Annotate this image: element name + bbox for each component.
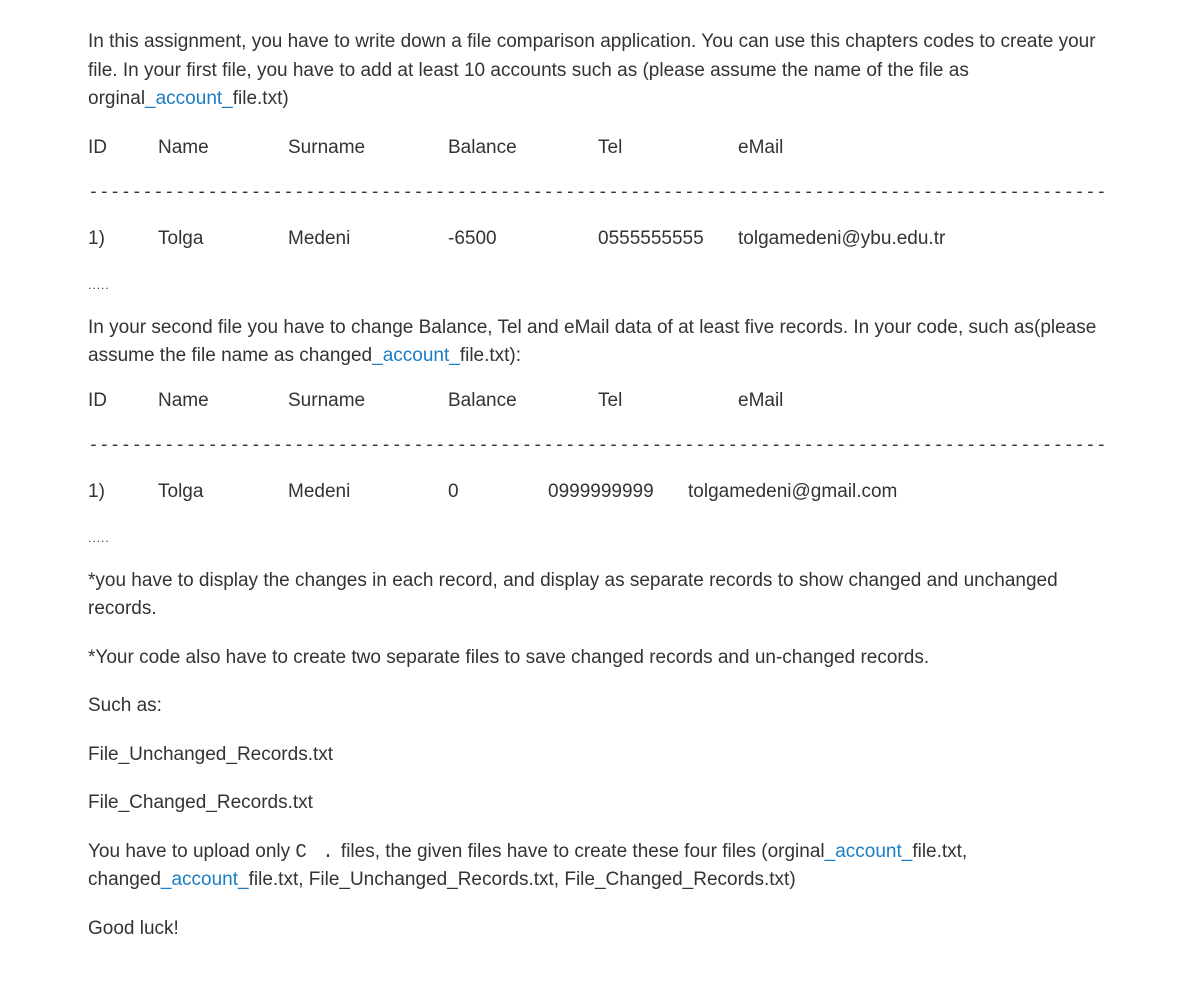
file-changed-name: File_Changed_Records.txt [88,789,1112,818]
header-surname: Surname [288,134,448,163]
upload-paragraph: You have to upload only C . files, the g… [88,838,1112,895]
header2-email: eMail [738,387,1112,416]
ellipsis-2: ..... [88,529,1112,547]
upload-p4: file.txt, File_Unchanged_Records.txt, Fi… [249,869,796,890]
row1-name: Tolga [158,225,288,254]
header-id: ID [88,134,158,163]
header-email: eMail [738,134,1112,163]
row1-tel: 0555555555 [598,225,738,254]
header2-surname: Surname [288,387,448,416]
intro-text-after: file.txt) [233,88,289,109]
intro-paragraph: In this assignment, you have to write do… [88,28,1112,114]
dashed-separator-1: ----------------------------------------… [88,178,1112,205]
row1-balance: -6500 [448,225,598,254]
upload-p1: You have to upload only [88,841,295,862]
row1-email: tolgamedeni@ybu.edu.tr [738,225,1112,254]
note-display-changes: *you have to display the changes in each… [88,567,1112,624]
row1-surname: Medeni [288,225,448,254]
ellipsis-1: ..... [88,276,1112,294]
header2-tel: Tel [598,387,738,416]
row2-tel: 0999999999 [548,478,688,507]
intro-link[interactable]: _account_ [145,88,233,109]
header-tel: Tel [598,134,738,163]
para2-after: file.txt): [460,345,521,366]
header-name: Name [158,134,288,163]
header-balance: Balance [448,134,598,163]
para2-link[interactable]: _account_ [372,345,460,366]
header2-name: Name [158,387,288,416]
upload-link1[interactable]: _account_ [825,841,913,862]
row2-name: Tolga [158,478,288,507]
row2-id: 1) [88,478,158,507]
table1-header-row: ID Name Surname Balance Tel eMail [88,134,1112,163]
good-luck: Good luck! [88,915,1112,944]
dashed-separator-2: ----------------------------------------… [88,431,1112,458]
note-create-files: *Your code also have to create two separ… [88,644,1112,673]
header2-id: ID [88,387,158,416]
header2-balance: Balance [448,387,598,416]
such-as-label: Such as: [88,692,1112,721]
upload-link2[interactable]: _account_ [161,869,249,890]
row1-id: 1) [88,225,158,254]
para2-before: In your second file you have to change B… [88,317,1096,367]
file-unchanged-name: File_Unchanged_Records.txt [88,741,1112,770]
table2-data-row: 1) Tolga Medeni 0 0999999999 tolgamedeni… [88,478,1112,507]
second-file-paragraph: In your second file you have to change B… [88,314,1112,371]
row2-email: tolgamedeni@gmail.com [688,478,1112,507]
table1-data-row: 1) Tolga Medeni -6500 0555555555 tolgame… [88,225,1112,254]
row2-surname: Medeni [288,478,448,507]
row2-balance: 0 [448,478,548,507]
table2-header-row: ID Name Surname Balance Tel eMail [88,387,1112,416]
upload-p2: files, the given files have to create th… [336,841,825,862]
upload-code: C . [295,841,335,863]
